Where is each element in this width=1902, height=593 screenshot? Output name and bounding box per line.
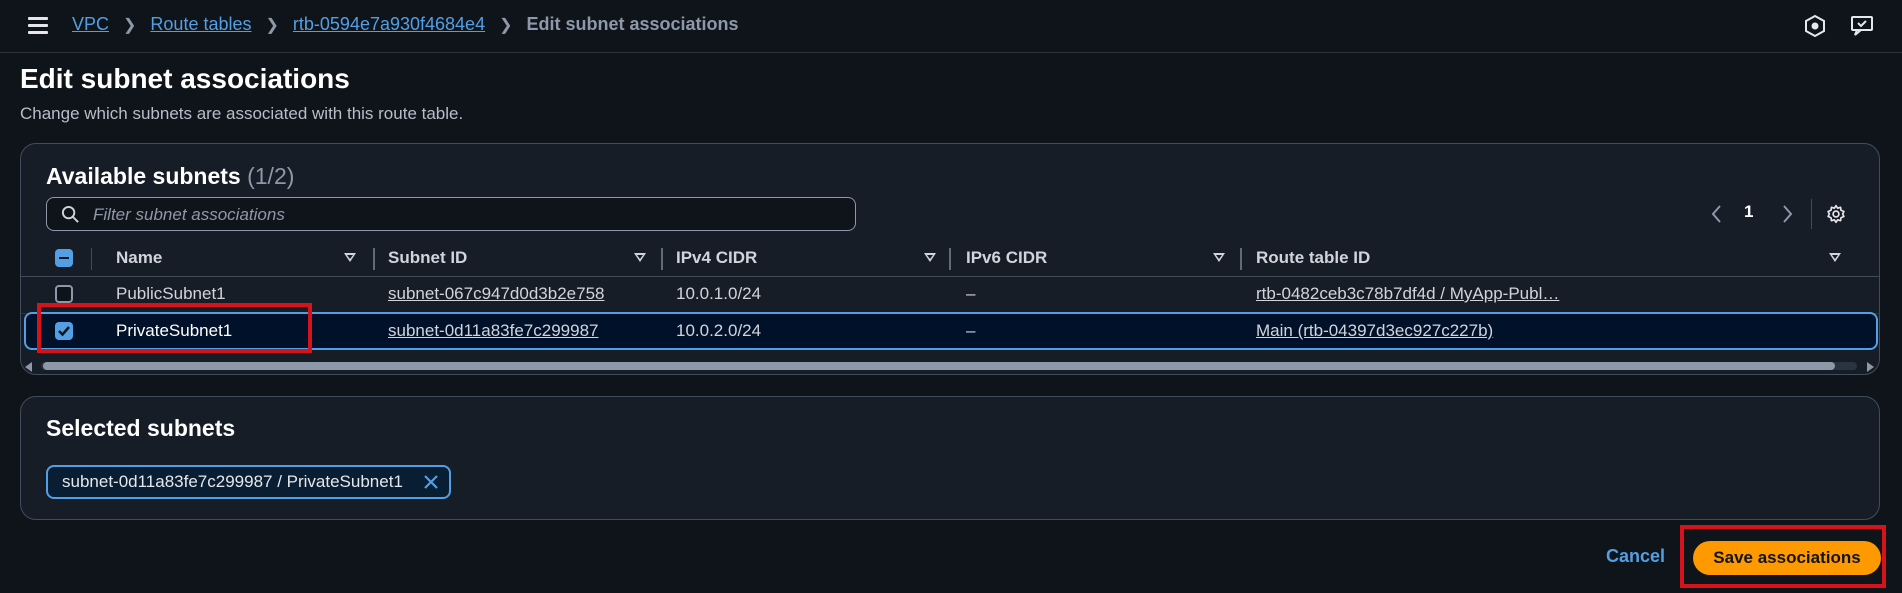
column-header-ipv4-cidr[interactable]: IPv4 CIDR [676, 248, 757, 268]
breadcrumb: VPC ❯ Route tables ❯ rtb-0594e7a930f4684… [72, 14, 739, 35]
horizontal-scrollbar[interactable] [21, 357, 1879, 374]
cell-ipv6-cidr: – [966, 321, 976, 340]
current-page-number[interactable]: 1 [1744, 202, 1753, 222]
highlight-box-save-button [1680, 525, 1886, 588]
sort-icon[interactable] [924, 253, 936, 262]
selected-subnet-token: subnet-0d11a83fe7c299987 / PrivateSubnet… [46, 465, 451, 499]
cell-route-table-link[interactable]: rtb-0482ceb3c78b7df4d / MyApp-Publ… [1256, 284, 1559, 304]
remove-token-close-icon[interactable] [423, 474, 439, 490]
previous-page-icon[interactable] [1711, 204, 1723, 224]
chevron-right-icon: ❯ [499, 16, 513, 34]
scroll-left-icon[interactable] [25, 362, 32, 372]
chevron-right-icon: ❯ [123, 16, 137, 34]
chevron-right-icon: ❯ [265, 16, 279, 34]
token-label: subnet-0d11a83fe7c299987 / PrivateSubnet… [62, 472, 403, 491]
cancel-button[interactable]: Cancel [1606, 546, 1665, 567]
breadcrumb-current: Edit subnet associations [526, 14, 739, 34]
column-resizer[interactable] [661, 248, 663, 270]
select-all-checkbox[interactable] [55, 249, 73, 267]
cell-ipv4-cidr: 10.0.2.0/24 [676, 321, 762, 340]
cell-ipv4-cidr: 10.0.1.0/24 [676, 284, 762, 303]
column-resizer[interactable] [373, 248, 375, 270]
settings-gear-icon[interactable] [1826, 204, 1846, 224]
sort-icon[interactable] [344, 253, 356, 262]
column-header-ipv6-cidr[interactable]: IPv6 CIDR [966, 248, 1047, 268]
available-subnets-title: Available subnets [46, 163, 241, 189]
menu-icon[interactable] [28, 17, 48, 35]
column-header-subnet-id[interactable]: Subnet ID [388, 248, 467, 268]
table-header-row: Name Subnet ID IPv4 CIDR IPv6 CIDR Route… [21, 240, 1879, 277]
breadcrumb-route-table-id[interactable]: rtb-0594e7a930f4684e4 [293, 14, 485, 35]
page-title: Edit subnet associations [20, 63, 350, 94]
cell-ipv6-cidr: – [966, 284, 976, 303]
sort-icon[interactable] [1829, 253, 1841, 262]
filter-subnets-field[interactable] [46, 197, 856, 232]
page-description: Change which subnets are associated with… [20, 104, 464, 123]
selected-subnets-title: Selected subnets [46, 415, 236, 441]
column-resizer[interactable] [949, 248, 951, 270]
cell-route-table-link[interactable]: Main (rtb-04397d3ec927c227b) [1256, 321, 1493, 341]
row-checkbox[interactable] [55, 285, 73, 303]
highlight-box-selected-row [37, 303, 312, 353]
pager-divider [1811, 199, 1812, 229]
notifications-hexagon-icon[interactable] [1803, 14, 1827, 38]
cell-name: PublicSubnet1 [116, 284, 226, 303]
column-header-name[interactable]: Name [116, 248, 162, 268]
selected-subnets-panel: Selected subnets subnet-0d11a83fe7c29998… [20, 396, 1880, 520]
scrollbar-thumb[interactable] [43, 362, 1835, 370]
search-icon [61, 205, 79, 223]
column-divider [91, 248, 92, 270]
scroll-right-icon[interactable] [1867, 362, 1874, 372]
breadcrumb-route-tables[interactable]: Route tables [150, 14, 251, 35]
column-header-route-table-id[interactable]: Route table ID [1256, 248, 1370, 268]
sort-icon[interactable] [634, 253, 646, 262]
column-resizer[interactable] [1240, 248, 1242, 270]
available-subnets-heading: Available subnets (1/2) [46, 163, 294, 190]
sort-icon[interactable] [1213, 253, 1225, 262]
cell-subnet-id-link[interactable]: subnet-067c947d0d3b2e758 [388, 284, 604, 304]
breadcrumb-vpc[interactable]: VPC [72, 14, 109, 35]
selection-count: (1/2) [247, 163, 295, 189]
next-page-icon[interactable] [1781, 204, 1793, 224]
cell-subnet-id-link[interactable]: subnet-0d11a83fe7c299987 [388, 321, 598, 341]
filter-subnets-input[interactable] [91, 198, 835, 232]
feedback-icon[interactable] [1850, 14, 1874, 38]
top-navigation-bar: VPC ❯ Route tables ❯ rtb-0594e7a930f4684… [0, 0, 1902, 53]
